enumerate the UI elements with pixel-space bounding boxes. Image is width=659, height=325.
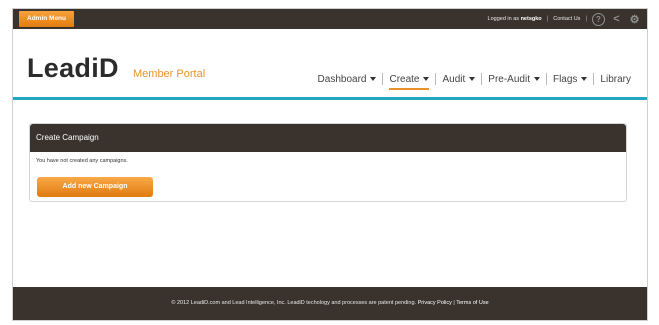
nav-label: Pre-Audit: [488, 73, 530, 85]
nav-dashboard[interactable]: Dashboard: [312, 72, 383, 86]
app-frame: Admin Menu Logged in as netsgko | Contac…: [12, 8, 648, 321]
footer-separator: |: [453, 300, 455, 306]
logged-in-prefix: Logged in as: [487, 16, 520, 22]
logo[interactable]: LeadiD: [27, 53, 119, 84]
nav-label: Audit: [442, 73, 466, 85]
terms-of-use-link[interactable]: Terms of Use: [456, 300, 488, 306]
top-separator: |: [585, 16, 587, 22]
username: netsgko: [520, 16, 542, 22]
nav-create[interactable]: Create: [383, 72, 435, 90]
nav-label: Library: [600, 73, 631, 85]
nav-pre-audit[interactable]: Pre-Audit: [482, 72, 546, 86]
top-separator: |: [546, 16, 549, 22]
caret-down-icon: [370, 77, 377, 81]
empty-message: You have not created any campaigns.: [36, 158, 128, 164]
caret-down-icon: [581, 77, 588, 81]
nav-flags[interactable]: Flags: [547, 72, 593, 86]
footer: © 2012 LeadiD.com and Lead Intelligence,…: [13, 287, 647, 320]
caret-down-icon: [423, 77, 430, 81]
create-campaign-panel: Create Campaign You have not created any…: [29, 123, 627, 202]
help-icon[interactable]: ?: [592, 12, 605, 26]
add-campaign-button[interactable]: Add new Campaign: [37, 177, 153, 197]
contact-us-link[interactable]: Contact Us: [553, 16, 580, 22]
caret-down-icon: [533, 77, 540, 81]
copyright-text: © 2012 LeadiD.com and Lead Intelligence,…: [171, 300, 417, 306]
nav-label: Flags: [552, 73, 578, 85]
nav-library[interactable]: Library: [594, 72, 637, 86]
admin-menu-button[interactable]: Admin Menu: [19, 11, 74, 27]
top-bar: Admin Menu Logged in as netsgko | Contac…: [13, 9, 647, 29]
main-nav: Dashboard Create Audit Pre-Audit Flags L…: [312, 72, 637, 90]
nav-label: Create: [389, 73, 420, 85]
nav-audit[interactable]: Audit: [436, 72, 481, 86]
top-bar-right: Logged in as netsgko | Contact Us | ? < …: [488, 9, 641, 29]
caret-down-icon: [469, 77, 476, 81]
header-accent-line: [13, 97, 647, 100]
logged-in-label: Logged in as netsgko: [488, 16, 542, 22]
logo-subtitle: Member Portal: [133, 68, 206, 80]
nav-label: Dashboard: [317, 73, 367, 85]
share-icon[interactable]: <: [610, 13, 623, 26]
privacy-policy-link[interactable]: Privacy Policy: [418, 300, 452, 306]
settings-icon[interactable]: ⚙: [628, 13, 641, 26]
panel-title: Create Campaign: [30, 124, 626, 152]
header: LeadiD Member Portal Dashboard Create Au…: [13, 29, 647, 98]
